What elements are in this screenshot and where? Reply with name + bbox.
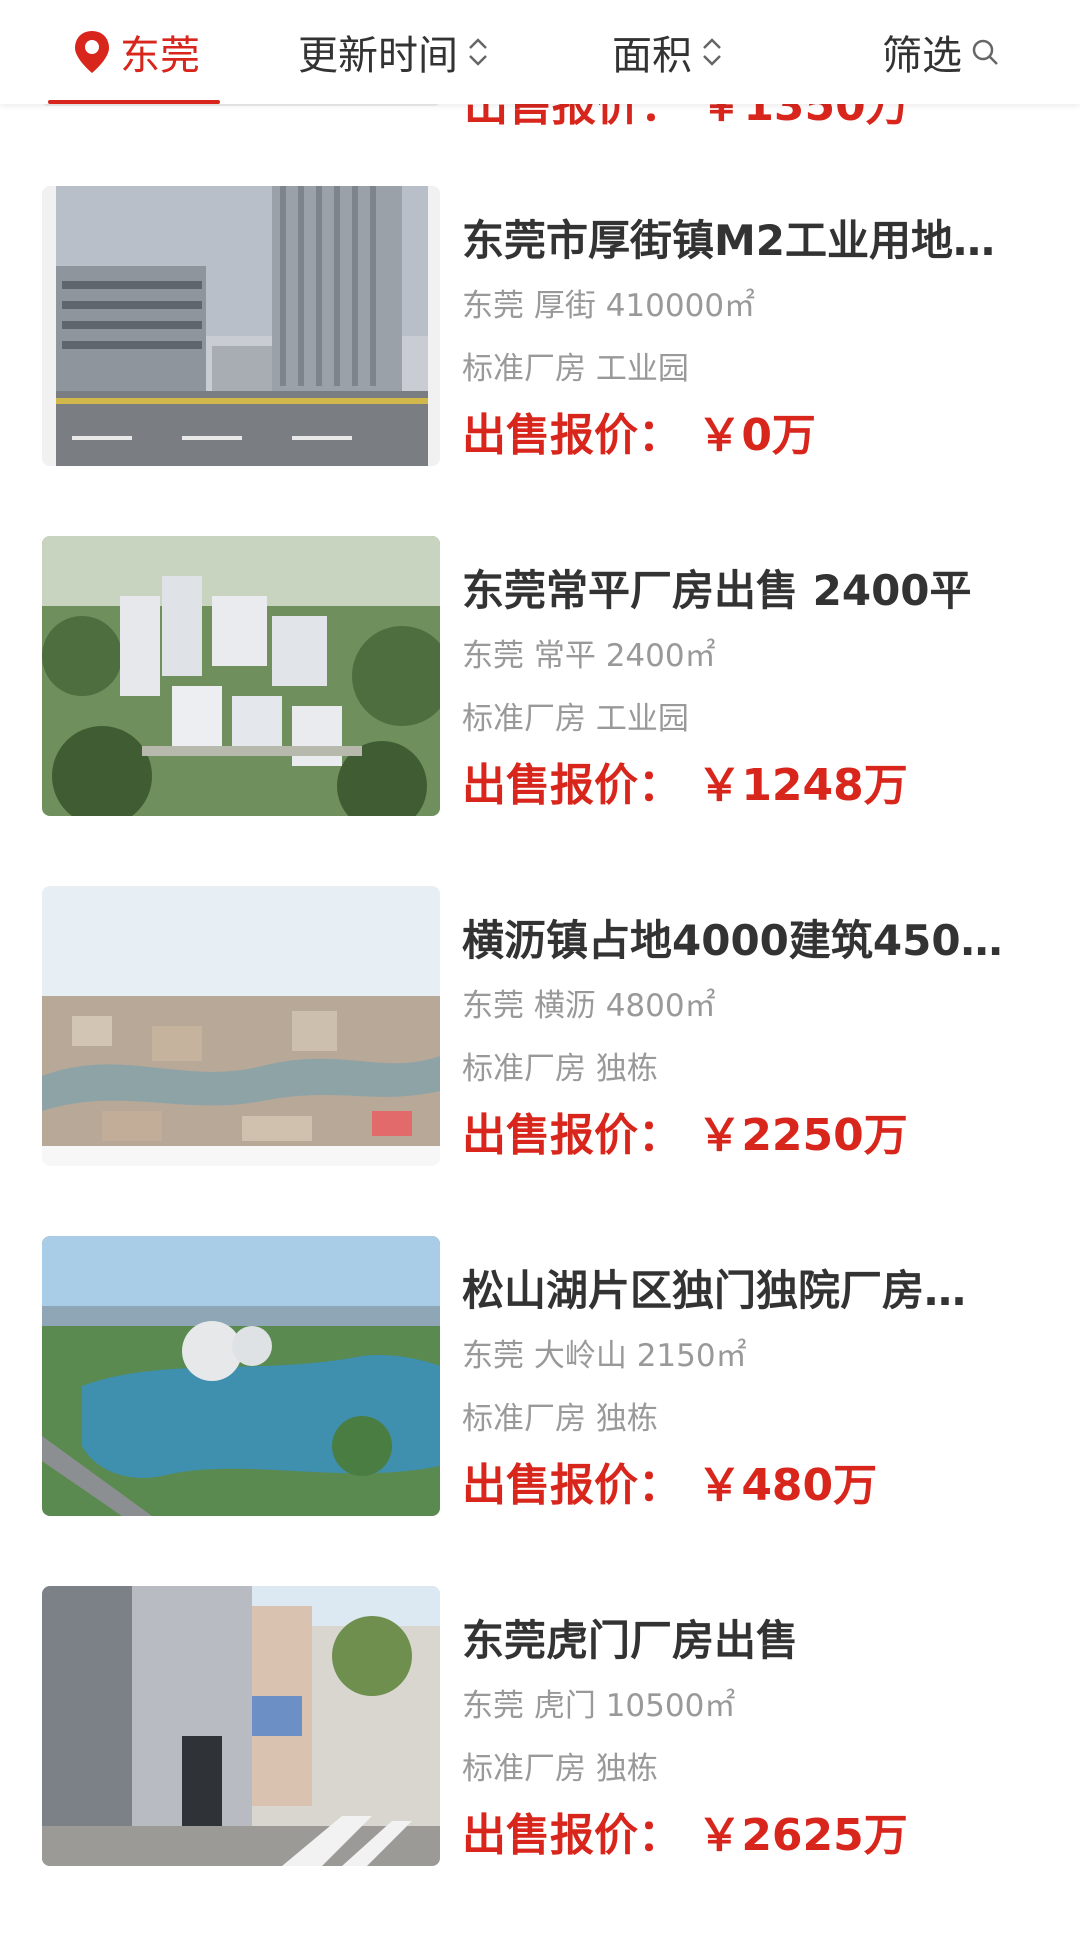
listing-location: 东莞 虎门 10500㎡: [462, 1688, 736, 1724]
listing-card[interactable]: 东莞虎门厂房出售 东莞 虎门 10500㎡ 标准厂房 独栋 出售报价： ￥262…: [0, 1586, 1080, 1936]
town-river-aerial-image: [42, 886, 440, 1166]
listing-list: 出售报价： ￥1350万 东莞市厚街镇M2工业用地… 东莞 厚街 410000㎡…: [0, 0, 1080, 1878]
listing-thumbnail[interactable]: [42, 186, 440, 466]
factory-street-image: [42, 186, 440, 466]
listing-location: 东莞 横沥 4800㎡: [462, 988, 716, 1024]
filter-tab[interactable]: 筛选: [882, 0, 1000, 104]
listing-location: 东莞 常平 2400㎡: [462, 638, 716, 674]
filter-bar: 东莞 更新时间 面积 筛选: [0, 0, 1080, 104]
listing-card[interactable]: 东莞市厚街镇M2工业用地… 东莞 厚街 410000㎡ 标准厂房 工业园 出售报…: [0, 186, 1080, 536]
listing-tags: 标准厂房 独栋: [462, 1751, 658, 1787]
sort-update-time-label: 更新时间: [298, 33, 458, 79]
industrial-park-aerial-image: [42, 536, 440, 816]
filter-label: 筛选: [882, 33, 962, 79]
listing-price: 出售报价： ￥0万: [462, 410, 816, 461]
street-factory-image: [42, 1586, 440, 1866]
listing-price: 出售报价： ￥2250万: [462, 1110, 908, 1161]
listing-tags: 标准厂房 独栋: [462, 1051, 658, 1087]
listing-price: 出售报价： ￥1248万: [462, 760, 908, 811]
listing-thumbnail[interactable]: [42, 886, 440, 1166]
search-icon: [970, 37, 1000, 67]
listing-thumbnail[interactable]: [42, 1236, 440, 1516]
listing-card[interactable]: 东莞常平厂房出售 2400平 东莞 常平 2400㎡ 标准厂房 工业园 出售报价…: [0, 536, 1080, 886]
sort-toggle-icon: [466, 34, 490, 70]
sort-toggle-icon: [700, 34, 724, 70]
listing-title[interactable]: 东莞市厚街镇M2工业用地…: [462, 214, 1022, 268]
sort-area-tab[interactable]: 面积: [612, 0, 724, 104]
listing-price: 出售报价： ￥480万: [462, 1460, 878, 1511]
listing-thumbnail[interactable]: [42, 1586, 440, 1866]
sort-update-time-tab[interactable]: 更新时间: [298, 0, 490, 104]
listing-tags: 标准厂房 工业园: [462, 701, 689, 737]
listing-location: 东莞 大岭山 2150㎡: [462, 1338, 747, 1374]
listing-tags: 标准厂房 独栋: [462, 1401, 658, 1437]
listing-title[interactable]: 东莞常平厂房出售 2400平: [462, 564, 1022, 618]
listing-title[interactable]: 东莞虎门厂房出售: [462, 1614, 1022, 1668]
listing-price: 出售报价： ￥2625万: [462, 1810, 908, 1861]
listing-title[interactable]: 松山湖片区独门独院厂房…: [462, 1264, 1022, 1318]
lake-park-aerial-image: [42, 1236, 440, 1516]
listing-title[interactable]: 横沥镇占地4000建筑4500…: [462, 914, 1022, 968]
listing-card[interactable]: 松山湖片区独门独院厂房… 东莞 大岭山 2150㎡ 标准厂房 独栋 出售报价： …: [0, 1236, 1080, 1586]
active-tab-indicator: [48, 100, 220, 104]
listing-location: 东莞 厚街 410000㎡: [462, 288, 756, 324]
location-pin-icon: [72, 29, 112, 75]
city-selector-tab[interactable]: 东莞: [72, 0, 200, 104]
listing-card[interactable]: 横沥镇占地4000建筑4500… 东莞 横沥 4800㎡ 标准厂房 独栋 出售报…: [0, 886, 1080, 1236]
listing-tags: 标准厂房 工业园: [462, 351, 689, 387]
listing-thumbnail[interactable]: [42, 536, 440, 816]
sort-area-label: 面积: [612, 33, 692, 79]
city-label: 东莞: [120, 33, 200, 79]
